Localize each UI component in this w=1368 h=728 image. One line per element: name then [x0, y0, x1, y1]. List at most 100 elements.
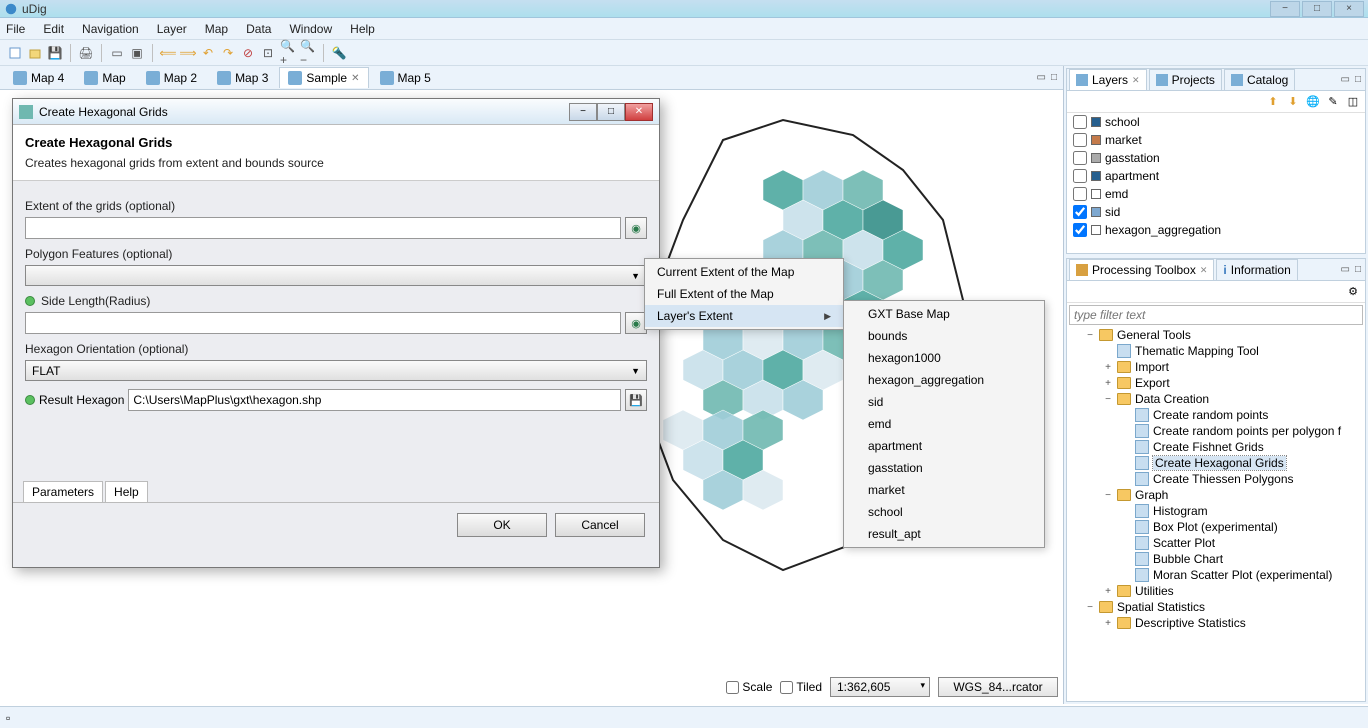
expand-icon[interactable]: − — [1085, 330, 1095, 341]
menu-file[interactable]: File — [6, 22, 25, 36]
tree-tool[interactable]: Scatter Plot — [1067, 535, 1365, 551]
pane-minimize-icon[interactable]: ▭ — [1035, 72, 1048, 83]
crs-button[interactable]: WGS_84...rcator — [938, 677, 1058, 697]
submenu-item[interactable]: GXT Base Map — [844, 303, 1044, 325]
layer-item-hexagg[interactable]: hexagon_aggregation — [1067, 221, 1365, 239]
map-tab-map2[interactable]: Map 2 — [137, 67, 206, 88]
tree-folder[interactable]: +Descriptive Statistics — [1067, 615, 1365, 631]
tree-tool[interactable]: Create Hexagonal Grids — [1067, 455, 1365, 471]
map-tab-sample[interactable]: Sample✕ — [279, 67, 368, 88]
scale-checkbox-label[interactable]: Scale — [726, 680, 772, 694]
tree-folder[interactable]: −Data Creation — [1067, 391, 1365, 407]
toolbox-tree[interactable]: −General ToolsThematic Mapping Tool+Impo… — [1067, 327, 1365, 701]
tree-tool[interactable]: Histogram — [1067, 503, 1365, 519]
layer-checkbox[interactable] — [1073, 169, 1087, 183]
dialog-minimize-button[interactable]: − — [569, 103, 597, 121]
information-tab[interactable]: iInformation — [1216, 259, 1297, 280]
window-close-button[interactable]: × — [1334, 1, 1364, 17]
submenu-item[interactable]: bounds — [844, 325, 1044, 347]
layer-item-gasstation[interactable]: gasstation — [1067, 149, 1365, 167]
new-project-icon[interactable] — [6, 44, 24, 62]
move-up-icon[interactable]: ⬆ — [1265, 94, 1281, 110]
menu-window[interactable]: Window — [289, 22, 332, 36]
layer-checkbox[interactable] — [1073, 115, 1087, 129]
extent-input[interactable] — [25, 217, 621, 239]
style-icon[interactable]: ◫ — [1345, 94, 1361, 110]
layer-item-sid[interactable]: sid — [1067, 203, 1365, 221]
expand-icon[interactable]: − — [1103, 394, 1113, 405]
layer-checkbox[interactable] — [1073, 133, 1087, 147]
submenu-item[interactable]: apartment — [844, 435, 1044, 457]
stop-icon[interactable]: ⊘ — [239, 44, 257, 62]
tree-tool[interactable]: Moran Scatter Plot (experimental) — [1067, 567, 1365, 583]
tree-folder[interactable]: −Spatial Statistics — [1067, 599, 1365, 615]
tree-folder[interactable]: −Graph — [1067, 487, 1365, 503]
layer-item-market[interactable]: market — [1067, 131, 1365, 149]
layer-item-school[interactable]: school — [1067, 113, 1365, 131]
help-tab[interactable]: Help — [105, 481, 148, 502]
save-icon[interactable]: 💾 — [46, 44, 64, 62]
pane-minimize-icon[interactable]: ▭ — [1339, 74, 1352, 85]
pane-maximize-icon[interactable]: □ — [1353, 74, 1363, 85]
catalog-tab[interactable]: Catalog — [1224, 69, 1295, 90]
menu-map[interactable]: Map — [205, 22, 228, 36]
menu-data[interactable]: Data — [246, 22, 271, 36]
tiled-checkbox[interactable] — [780, 681, 793, 694]
select-tool-icon[interactable]: ▭ — [108, 44, 126, 62]
tree-folder[interactable]: +Export — [1067, 375, 1365, 391]
map-tab-map4[interactable]: Map 4 — [4, 67, 73, 88]
submenu-item[interactable]: school — [844, 501, 1044, 523]
menu-help[interactable]: Help — [350, 22, 375, 36]
undo-icon[interactable]: ↶ — [199, 44, 217, 62]
projects-tab[interactable]: Projects — [1149, 69, 1222, 90]
layers-tab[interactable]: Layers✕ — [1069, 69, 1147, 90]
layer-checkbox[interactable] — [1073, 205, 1087, 219]
tree-tool[interactable]: Create random points per polygon f — [1067, 423, 1365, 439]
layer-item-emd[interactable]: emd — [1067, 185, 1365, 203]
scale-combobox[interactable]: 1:362,605 — [830, 677, 930, 697]
map-tab-map5[interactable]: Map 5 — [371, 67, 440, 88]
window-minimize-button[interactable]: − — [1270, 1, 1300, 17]
submenu-item[interactable]: sid — [844, 391, 1044, 413]
tree-tool[interactable]: Box Plot (experimental) — [1067, 519, 1365, 535]
submenu-item[interactable]: result_apt — [844, 523, 1044, 545]
orientation-dropdown[interactable]: FLAT▼ — [25, 360, 647, 381]
submenu-item[interactable]: hexagon1000 — [844, 347, 1044, 369]
menu-layer[interactable]: Layer — [157, 22, 187, 36]
submenu-item[interactable]: gasstation — [844, 457, 1044, 479]
redo-nav-icon[interactable]: ⟹ — [179, 44, 197, 62]
expand-icon[interactable]: + — [1103, 362, 1113, 373]
close-tab-icon[interactable]: ✕ — [351, 73, 359, 84]
expand-icon[interactable]: − — [1103, 490, 1113, 501]
layer-checkbox[interactable] — [1073, 187, 1087, 201]
ok-button[interactable]: OK — [457, 513, 547, 537]
expand-icon[interactable]: + — [1103, 586, 1113, 597]
search-icon[interactable]: 🔦 — [330, 44, 348, 62]
tree-folder[interactable]: +Import — [1067, 359, 1365, 375]
menu-item-current-extent[interactable]: Current Extent of the Map — [645, 261, 843, 283]
layer-checkbox[interactable] — [1073, 223, 1087, 237]
submenu-item[interactable]: emd — [844, 413, 1044, 435]
dialog-close-button[interactable]: ✕ — [625, 103, 653, 121]
map-tab-map[interactable]: Map — [75, 67, 134, 88]
expand-icon[interactable]: + — [1103, 618, 1113, 629]
processing-toolbox-tab[interactable]: Processing Toolbox✕ — [1069, 259, 1214, 280]
commit-icon[interactable]: ▣ — [128, 44, 146, 62]
tree-tool[interactable]: Create Fishnet Grids — [1067, 439, 1365, 455]
layer-item-apartment[interactable]: apartment — [1067, 167, 1365, 185]
edit-icon[interactable]: ✎ — [1325, 94, 1341, 110]
menu-edit[interactable]: Edit — [43, 22, 64, 36]
tiled-checkbox-label[interactable]: Tiled — [780, 680, 822, 694]
window-maximize-button[interactable]: □ — [1302, 1, 1332, 17]
map-tab-map3[interactable]: Map 3 — [208, 67, 277, 88]
cancel-button[interactable]: Cancel — [555, 513, 645, 537]
expand-icon[interactable]: + — [1103, 378, 1113, 389]
redo-icon[interactable]: ↷ — [219, 44, 237, 62]
side-length-input[interactable] — [25, 312, 621, 334]
zoom-in-icon[interactable]: 🔍+ — [279, 44, 297, 62]
submenu-item[interactable]: hexagon_aggregation — [844, 369, 1044, 391]
pane-maximize-icon[interactable]: □ — [1049, 72, 1059, 83]
zoom-extent-icon[interactable]: ⊡ — [259, 44, 277, 62]
scale-checkbox[interactable] — [726, 681, 739, 694]
globe-icon[interactable]: 🌐 — [1305, 94, 1321, 110]
